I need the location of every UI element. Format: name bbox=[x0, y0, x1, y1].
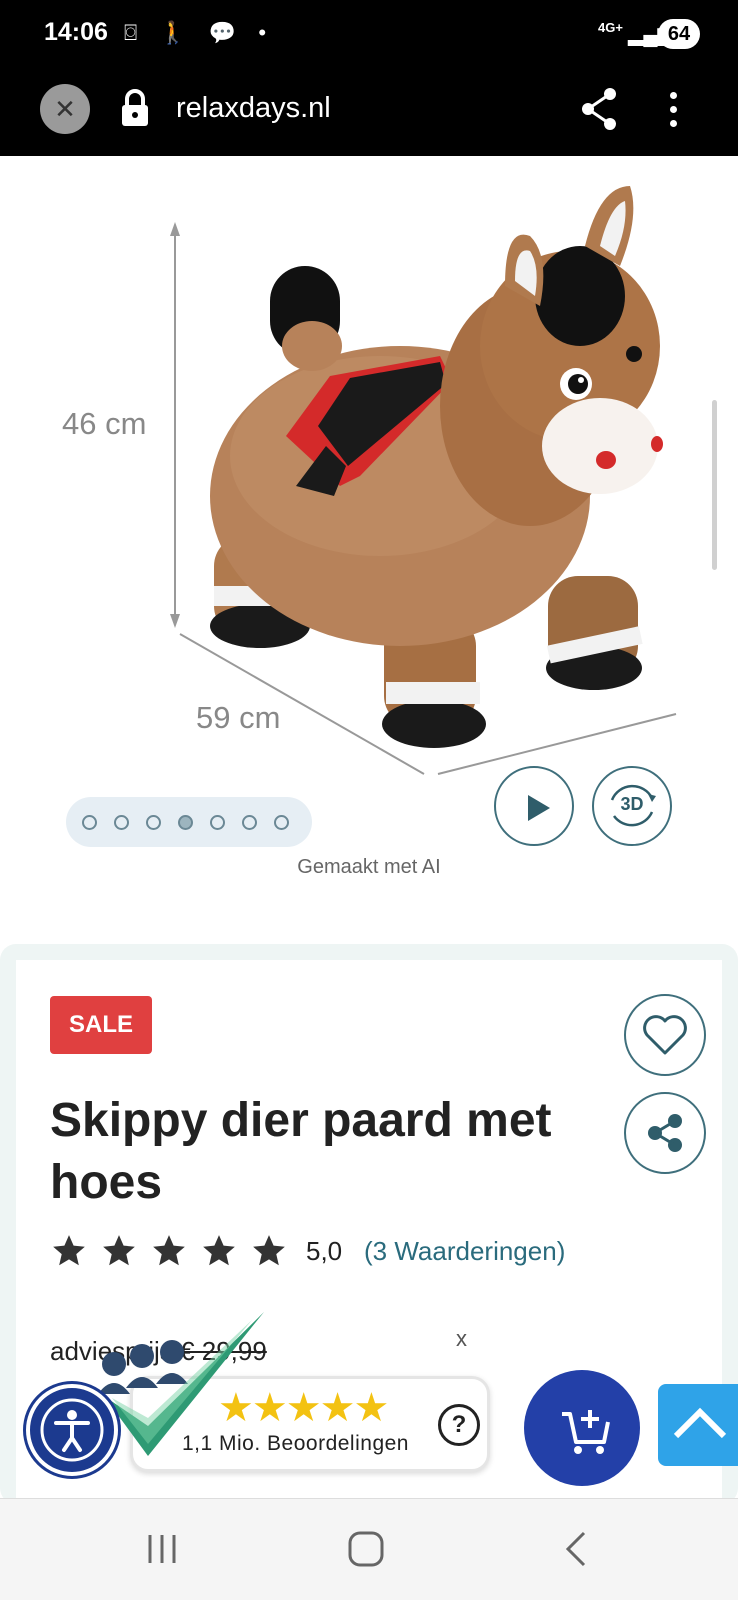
play-icon bbox=[528, 795, 550, 821]
gallery-dot[interactable] bbox=[114, 815, 129, 830]
system-navigation-bar bbox=[0, 1498, 738, 1600]
browser-toolbar: ✕ relaxdays.nl bbox=[0, 68, 738, 156]
scroll-to-top-button[interactable] bbox=[658, 1384, 738, 1466]
more-options-icon[interactable] bbox=[658, 86, 688, 132]
help-icon[interactable]: ? bbox=[438, 1404, 480, 1446]
star-icon bbox=[103, 1235, 135, 1266]
chevron-up-icon bbox=[673, 1407, 727, 1439]
gallery-dot[interactable] bbox=[242, 815, 257, 830]
star-icon bbox=[153, 1235, 185, 1266]
scrollbar[interactable] bbox=[712, 400, 717, 570]
url-text[interactable]: relaxdays.nl bbox=[176, 92, 331, 125]
lock-icon bbox=[122, 89, 148, 126]
accessibility-icon bbox=[40, 1398, 104, 1462]
close-trust-badge-button[interactable]: x bbox=[456, 1326, 467, 1352]
trust-review-count: 1,1 Mio. Beoordelingen bbox=[182, 1432, 409, 1455]
share-icon bbox=[648, 1114, 682, 1152]
3d-label: 3D bbox=[620, 794, 644, 814]
battery-indicator: 64 bbox=[658, 19, 700, 49]
notification-icons: ⌼ 🚶 💬 • bbox=[124, 20, 275, 45]
recent-apps-icon[interactable] bbox=[142, 1529, 182, 1569]
product-title: Skippy dier paard met hoes bbox=[50, 1094, 552, 1209]
gallery-dot[interactable] bbox=[210, 815, 225, 830]
heart-icon bbox=[643, 1015, 687, 1055]
gallery-dot[interactable] bbox=[146, 815, 161, 830]
star-icon bbox=[253, 1235, 285, 1266]
home-icon[interactable] bbox=[346, 1529, 386, 1569]
play-video-button[interactable] bbox=[494, 766, 574, 846]
gallery-dot[interactable] bbox=[82, 815, 97, 830]
height-dimension: 46 cm bbox=[62, 406, 147, 441]
share-product-button[interactable] bbox=[624, 1092, 706, 1174]
network-indicator: 4G+ bbox=[598, 20, 623, 35]
back-icon[interactable] bbox=[558, 1529, 598, 1569]
cart-plus-icon bbox=[562, 1410, 610, 1454]
status-bar: 14:06 ⌼ 🚶 💬 • 4G+ ▂▄▆ 64 bbox=[0, 0, 738, 68]
ai-caption: Gemaakt met AI bbox=[297, 856, 441, 878]
trust-stars: ★★★★★ bbox=[218, 1386, 389, 1430]
accessibility-button[interactable] bbox=[26, 1384, 118, 1476]
add-to-cart-button[interactable] bbox=[524, 1370, 640, 1486]
view-3d-button[interactable]: 3D bbox=[592, 766, 672, 846]
gallery-pagination bbox=[66, 797, 312, 847]
reviews-link[interactable]: (3 Waarderingen) bbox=[364, 1236, 565, 1267]
length-dimension: 59 cm bbox=[196, 700, 281, 735]
star-icon bbox=[203, 1235, 235, 1266]
share-icon[interactable] bbox=[580, 86, 620, 132]
star-icon bbox=[53, 1235, 85, 1266]
sale-badge: SALE bbox=[50, 996, 152, 1054]
wishlist-button[interactable] bbox=[624, 994, 706, 1076]
clock: 14:06 bbox=[44, 18, 108, 46]
gallery-dot[interactable] bbox=[178, 815, 193, 830]
rating-value: 5,0 bbox=[306, 1236, 343, 1266]
close-tab-button[interactable]: ✕ bbox=[40, 84, 90, 134]
horse-illustration bbox=[170, 186, 677, 775]
gallery-dot[interactable] bbox=[274, 815, 289, 830]
